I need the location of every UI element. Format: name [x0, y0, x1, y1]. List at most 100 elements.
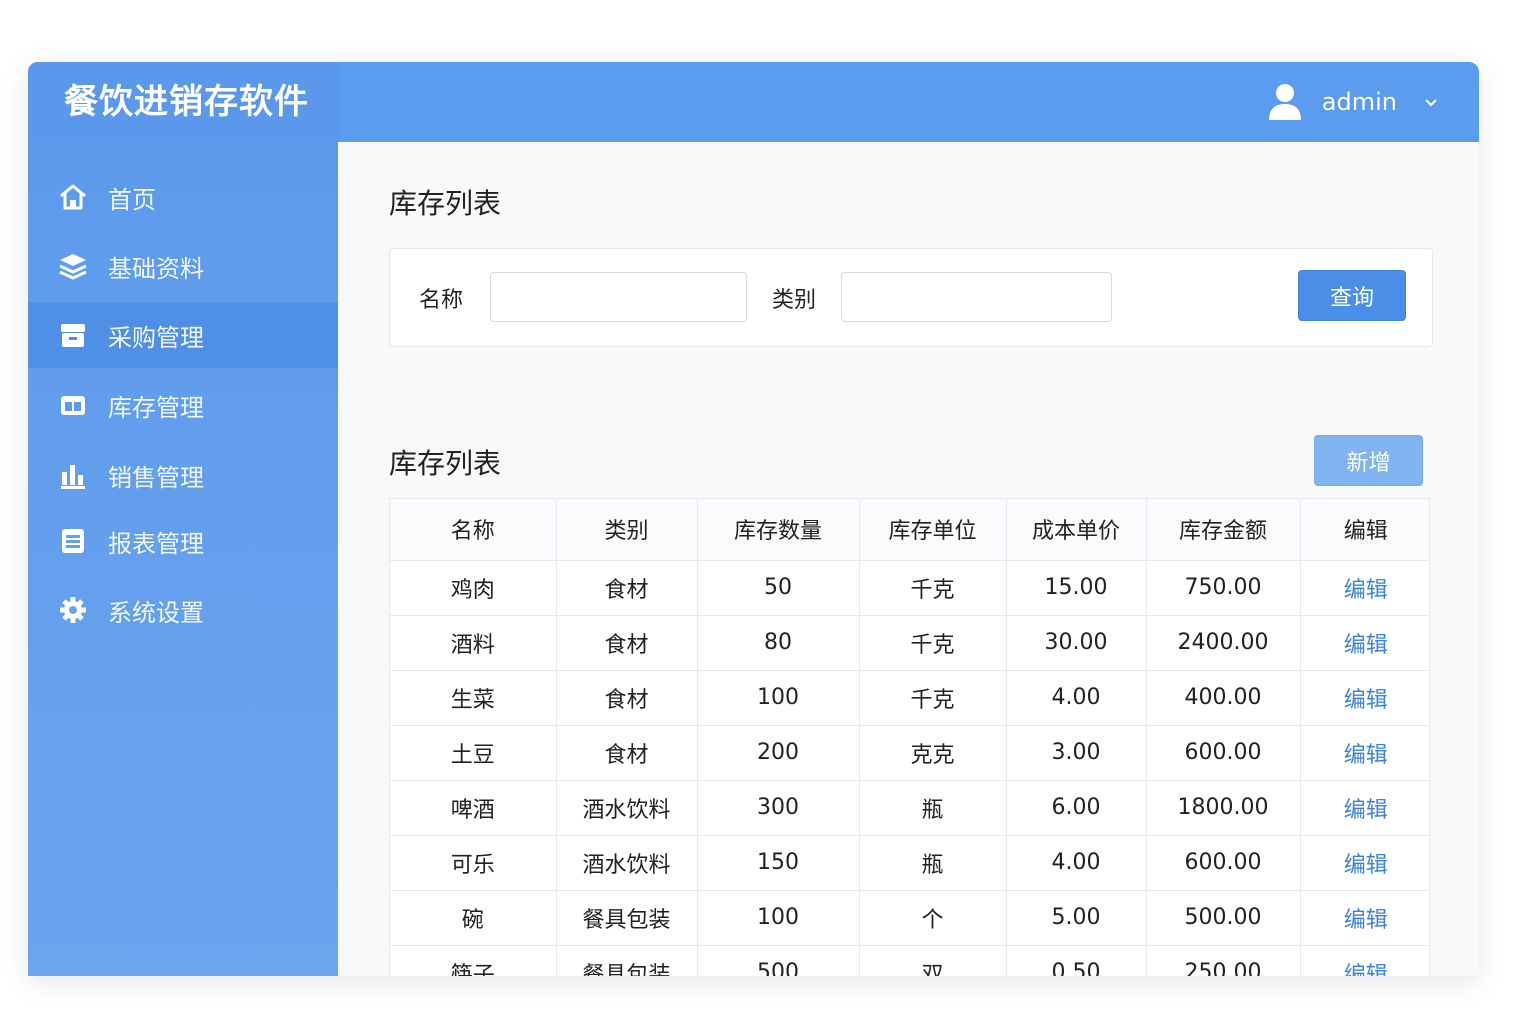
username: admin: [1321, 88, 1397, 116]
table-cell: 编辑: [1300, 780, 1429, 836]
column-header: 成本单价: [1006, 499, 1147, 561]
table-row: 可乐 酒水饮料 150 瓶 4.00 600.00 编辑: [390, 835, 1429, 891]
table-cell: 双: [859, 945, 1007, 976]
sidebar-item-basic-data[interactable]: 基础资料: [28, 233, 338, 299]
table-cell: 15.00: [1006, 560, 1147, 616]
inventory-table: 名称 类别 库存数量 库存单位 成本单价 库存金额 编辑 鸡肉 食材 50 千克 15.00 750.…: [389, 498, 1430, 976]
user-menu[interactable]: admin: [1268, 62, 1439, 142]
table-cell: 0.50: [1006, 945, 1147, 976]
table-cell: 酒水饮料: [556, 835, 698, 891]
table-cell: 2400.00: [1146, 615, 1301, 671]
column-header: 库存金额: [1146, 499, 1301, 561]
query-button[interactable]: 查询: [1298, 270, 1406, 321]
table-cell: 酒料: [390, 615, 557, 671]
table-cell: 200: [697, 725, 860, 781]
table-cell: 50: [697, 560, 860, 616]
sidebar-item-label: 报表管理: [108, 529, 204, 558]
table-cell: 土豆: [390, 725, 557, 781]
sidebar-item-label: 系统设置: [108, 598, 204, 627]
edit-link[interactable]: 编辑: [1344, 963, 1388, 977]
table-cell: 500: [697, 945, 860, 976]
table-cell: 250.00: [1146, 945, 1301, 976]
sidebar-item-label: 销售管理: [108, 463, 204, 492]
sidebar-item-home[interactable]: 首页: [28, 164, 338, 230]
table-cell: 千克: [859, 560, 1007, 616]
table-cell: 克克: [859, 725, 1007, 781]
table-cell: 餐具包装: [556, 945, 698, 976]
table-cell: 筷子: [390, 945, 557, 976]
add-button[interactable]: 新增: [1314, 435, 1423, 486]
name-label: 名称: [419, 288, 464, 313]
table-cell: 400.00: [1146, 670, 1301, 726]
table-cell: 食材: [556, 560, 698, 616]
table-cell: 150: [697, 835, 860, 891]
table-cell: 鸡肉: [390, 560, 557, 616]
list-title: 库存列表: [389, 447, 502, 480]
table-cell: 编辑: [1300, 890, 1429, 946]
table-body: 鸡肉 食材 50 千克 15.00 750.00 编辑 酒料 食材 80 千克 30.00 2400.0…: [390, 560, 1429, 977]
table-row: 筷子 餐具包装 500 双 0.50 250.00 编辑: [390, 945, 1429, 977]
edit-link[interactable]: 编辑: [1344, 798, 1388, 823]
category-input[interactable]: [841, 272, 1112, 322]
sidebar-item-label: 基础资料: [108, 254, 204, 283]
table-cell: 啤酒: [390, 780, 557, 836]
edit-link[interactable]: 编辑: [1344, 578, 1388, 603]
table-cell: 编辑: [1300, 615, 1429, 671]
main-content: 库存列表 名称 类别 查询 库存列表 新增 名称 类别 库存数量 库存单位 成本单价 库存…: [338, 142, 1479, 976]
table-cell: 4.00: [1006, 835, 1147, 891]
table-cell: 600.00: [1146, 725, 1301, 781]
app-title: 餐饮进销存软件: [28, 62, 338, 142]
column-header: 库存单位: [859, 499, 1007, 561]
table-cell: 1800.00: [1146, 780, 1301, 836]
table-cell: 80: [697, 615, 860, 671]
bar-chart-icon: [58, 460, 88, 490]
edit-link[interactable]: 编辑: [1344, 743, 1388, 768]
table-cell: 100: [697, 890, 860, 946]
home-icon: [58, 182, 88, 212]
sidebar-item-inventory[interactable]: 库存管理: [28, 372, 338, 438]
table-cell: 餐具包装: [556, 890, 698, 946]
table-cell: 4.00: [1006, 670, 1147, 726]
edit-link[interactable]: 编辑: [1344, 688, 1388, 713]
table-row: 酒料 食材 80 千克 30.00 2400.00 编辑: [390, 615, 1429, 671]
edit-link[interactable]: 编辑: [1344, 908, 1388, 933]
table-cell: 100: [697, 670, 860, 726]
table-header-row: 名称 类别 库存数量 库存单位 成本单价 库存金额 编辑: [390, 499, 1429, 561]
top-header: 餐饮进销存软件 admin: [28, 62, 1479, 142]
sidebar-item-sales[interactable]: 销售管理: [28, 442, 338, 508]
table-cell: 食材: [556, 670, 698, 726]
inventory-icon: [58, 390, 88, 420]
column-header: 库存数量: [697, 499, 860, 561]
sidebar-item-label: 采购管理: [108, 323, 204, 352]
table-cell: 千克: [859, 670, 1007, 726]
page-title: 库存列表: [389, 187, 502, 220]
table-cell: 编辑: [1300, 945, 1429, 977]
name-input[interactable]: [490, 272, 747, 322]
table-cell: 食材: [556, 615, 698, 671]
archive-icon: [58, 320, 88, 350]
sidebar: 首页 基础资料 采购管理 库存管理 销售管理 报表管理 系统设置: [28, 142, 338, 976]
table-cell: 3.00: [1006, 725, 1147, 781]
table-cell: 编辑: [1300, 670, 1429, 726]
column-header: 编辑: [1300, 499, 1429, 561]
user-icon: [1268, 84, 1301, 120]
sidebar-item-reports[interactable]: 报表管理: [28, 508, 338, 574]
category-label: 类别: [772, 288, 817, 313]
table-cell: 瓶: [859, 780, 1007, 836]
sidebar-item-label: 库存管理: [108, 393, 204, 422]
table-row: 土豆 食材 200 克克 3.00 600.00 编辑: [390, 725, 1429, 781]
table-cell: 瓶: [859, 835, 1007, 891]
list-icon: [58, 526, 88, 556]
table-cell: 750.00: [1146, 560, 1301, 616]
edit-link[interactable]: 编辑: [1344, 633, 1388, 658]
edit-link[interactable]: 编辑: [1344, 853, 1388, 878]
table-cell: 食材: [556, 725, 698, 781]
column-header: 名称: [390, 499, 557, 561]
sidebar-item-purchase[interactable]: 采购管理: [28, 302, 338, 368]
table-cell: 可乐: [390, 835, 557, 891]
sidebar-item-settings[interactable]: 系统设置: [28, 577, 338, 643]
table-cell: 编辑: [1300, 725, 1429, 781]
table-cell: 千克: [859, 615, 1007, 671]
chevron-down-icon[interactable]: [1423, 94, 1439, 110]
table-row: 生菜 食材 100 千克 4.00 400.00 编辑: [390, 670, 1429, 726]
